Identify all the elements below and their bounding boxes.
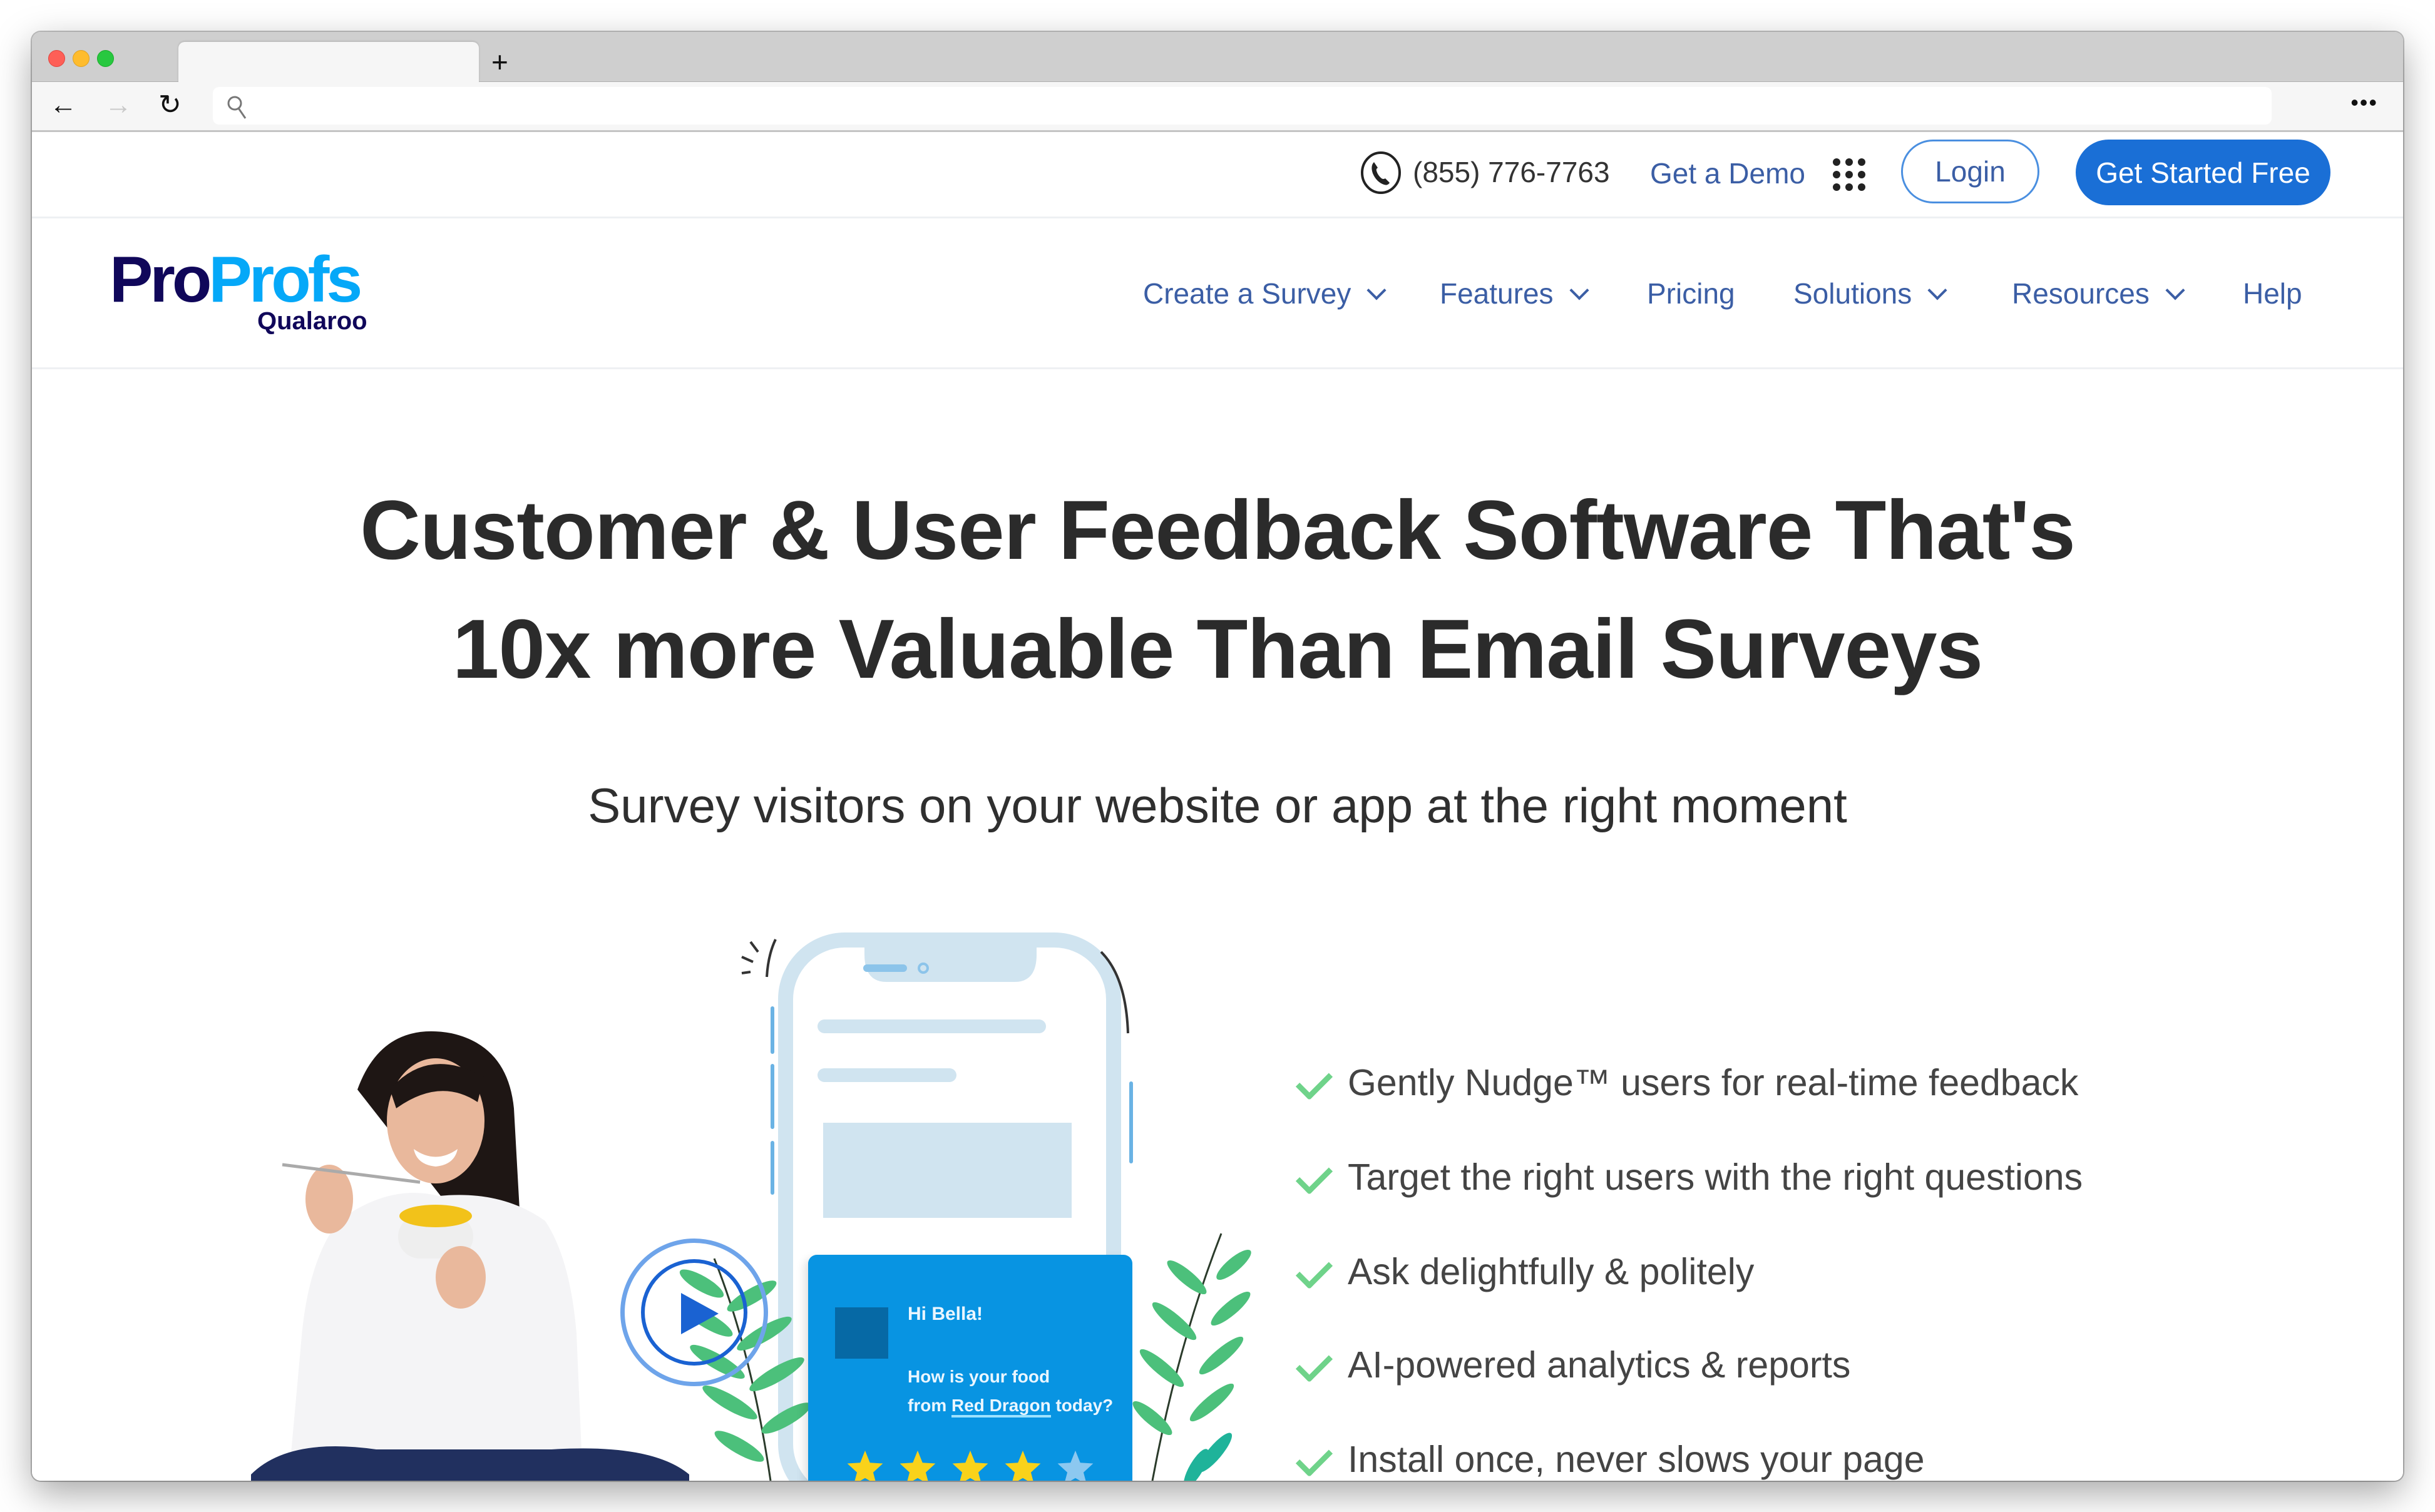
woman-eating-image (251, 1031, 689, 1481)
question-line-1: How is your food (908, 1367, 1050, 1386)
check-icon (1295, 1439, 1333, 1478)
logo-profs: Profs (208, 243, 362, 316)
utility-bar: (855) 776-7763 Get a Demo Login Get Star… (32, 132, 2403, 218)
address-bar[interactable] (213, 87, 2272, 125)
web-page: (855) 776-7763 Get a Demo Login Get Star… (32, 132, 2403, 1481)
feature-item: Target the right users with the right qu… (1295, 1155, 2083, 1199)
feature-item: AI-powered analytics & reports (1295, 1343, 1851, 1387)
question-post: today? (1050, 1396, 1114, 1415)
check-icon (1295, 1157, 1333, 1195)
question-line-2: from Red Dragon today? (908, 1391, 1113, 1420)
nav-label: Solutions (1793, 277, 1912, 310)
browser-toolbar: ← → ↻ ••• (32, 82, 2403, 132)
nav-label: Create a Survey (1143, 277, 1351, 310)
get-demo-link[interactable]: Get a Demo (1650, 156, 1805, 191)
reload-icon[interactable]: ↻ (158, 89, 182, 121)
forward-arrow-icon[interactable]: → (105, 89, 132, 121)
nav-label: Features (1440, 277, 1554, 310)
chevron-down-icon (1366, 280, 1387, 300)
nav-solutions[interactable]: Solutions (1793, 276, 1947, 311)
browser-window: + ← → ↻ ••• (855) 776-7763 Get a Demo Lo… (32, 32, 2403, 1481)
hero-illustration: Hi Bella! How is your food from Red Drag… (32, 902, 1253, 1481)
feature-text: Install once, never slows your page (1348, 1439, 1925, 1480)
minimize-window-button[interactable] (73, 50, 90, 67)
feature-item: Gently Nudge™ users for real-time feedba… (1295, 1061, 2079, 1105)
play-video-button[interactable] (620, 1239, 768, 1386)
search-icon (227, 96, 247, 119)
hero-title-line-2: 10x more Valuable Than Email Surveys (452, 603, 1983, 696)
get-started-free-button[interactable]: Get Started Free (2076, 140, 2330, 205)
nav-label: Resources (2012, 277, 2150, 310)
check-icon (1295, 1063, 1333, 1101)
question-pre: from (908, 1396, 951, 1415)
star-filled-icon[interactable] (898, 1449, 937, 1481)
star-empty-icon[interactable] (1056, 1449, 1095, 1481)
feature-text: Ask delightfully & politely (1348, 1251, 1755, 1292)
chevron-down-icon (2165, 280, 2185, 300)
maximize-window-button[interactable] (97, 50, 114, 67)
close-window-button[interactable] (48, 50, 65, 67)
nav-features[interactable]: Features (1440, 276, 1589, 311)
survey-card: Hi Bella! How is your food from Red Drag… (808, 1255, 1132, 1481)
hero-title-line-1: Customer & User Feedback Software That's (360, 484, 2076, 577)
star-filled-icon[interactable] (1003, 1449, 1042, 1481)
logo-qualaroo: Qualaroo (257, 307, 367, 335)
back-arrow-icon[interactable]: ← (49, 89, 77, 121)
check-icon (1295, 1252, 1333, 1290)
feature-item: Ask delightfully & politely (1295, 1250, 1755, 1294)
apps-grid-icon[interactable] (1832, 157, 1867, 192)
feature-text: Gently Nudge™ users for real-time feedba… (1348, 1062, 2079, 1103)
avatar-placeholder (835, 1307, 888, 1359)
browser-tab[interactable] (178, 42, 479, 82)
star-filled-icon[interactable] (951, 1449, 990, 1481)
star-rating (846, 1449, 1109, 1481)
logo-wordmark: ProProfs (110, 247, 362, 312)
survey-greeting: Hi Bella! (908, 1304, 983, 1324)
hero-subtitle: Survey visitors on your website or app a… (588, 778, 1847, 833)
feature-text: Target the right users with the right qu… (1348, 1157, 2083, 1198)
main-navbar: ProProfs Qualaroo Create a Survey Featur… (32, 218, 2403, 369)
nav-create-a-survey[interactable]: Create a Survey (1143, 276, 1387, 311)
logo-pro: Pro (110, 243, 212, 316)
check-icon (1295, 1345, 1333, 1383)
chevron-down-icon (1927, 280, 1947, 300)
nav-help[interactable]: Help (2243, 276, 2302, 311)
nav-label: Help (2243, 277, 2302, 310)
chevron-down-icon (1569, 280, 1589, 300)
leaf-right-icon (1132, 1233, 1251, 1481)
survey-question: How is your food from Red Dragon today? (908, 1362, 1113, 1420)
new-tab-button[interactable]: + (491, 43, 508, 81)
phone-number[interactable]: (855) 776-7763 (1413, 155, 1610, 190)
login-button[interactable]: Login (1901, 140, 2039, 203)
nav-label: Pricing (1647, 277, 1735, 310)
tab-strip: + (32, 32, 2403, 82)
phone-icon (1361, 151, 1401, 194)
restaurant-link: Red Dragon (951, 1396, 1051, 1418)
more-icon[interactable]: ••• (2350, 87, 2378, 118)
proprofs-qualaroo-logo[interactable]: ProProfs Qualaroo (110, 247, 367, 335)
feature-item: Install once, never slows your page (1295, 1438, 1925, 1481)
nav-resources[interactable]: Resources (2012, 276, 2185, 311)
get-started-label: Get Started Free (2096, 156, 2310, 189)
nav-pricing[interactable]: Pricing (1647, 276, 1735, 311)
play-icon (681, 1293, 719, 1334)
feature-text: AI-powered analytics & reports (1348, 1344, 1851, 1386)
star-filled-icon[interactable] (846, 1449, 884, 1481)
login-label: Login (1935, 155, 2006, 188)
